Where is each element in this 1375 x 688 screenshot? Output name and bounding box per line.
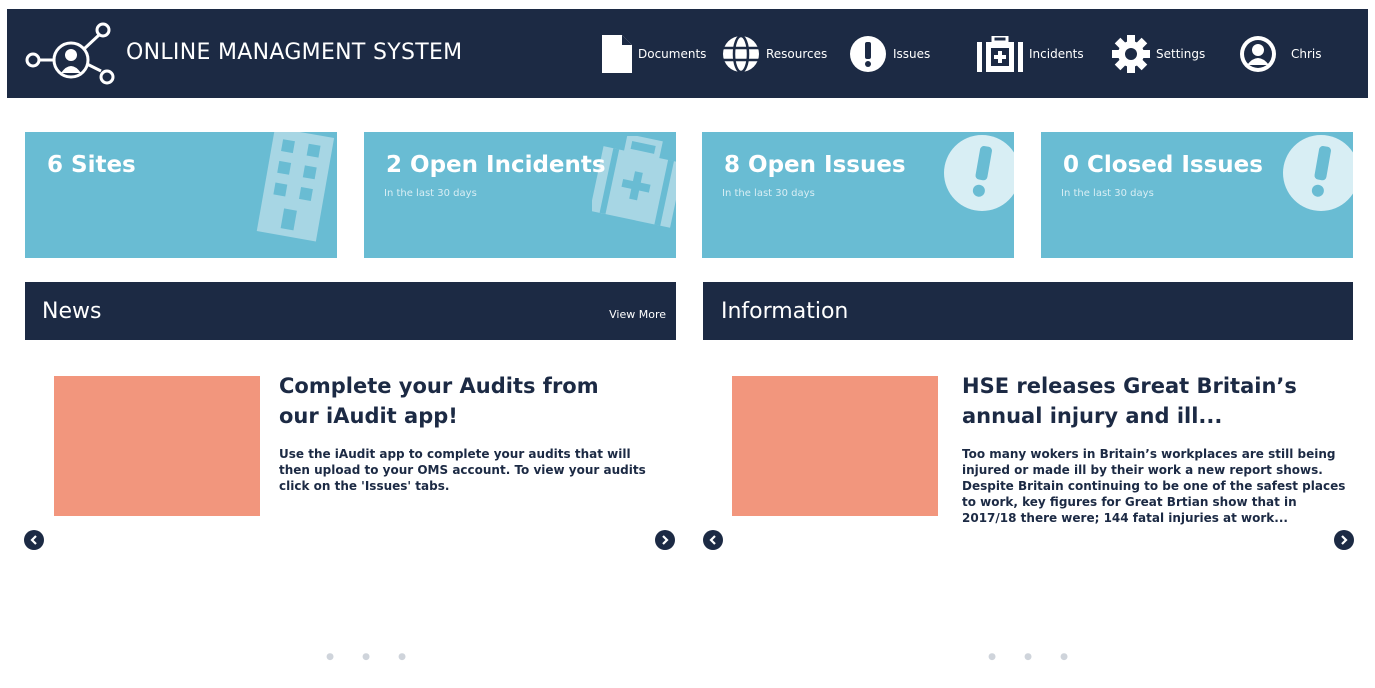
card-closed-issues[interactable]: 0 Closed Issues In the last 30 days bbox=[1041, 132, 1353, 258]
information-pagination: ● ● ● bbox=[988, 653, 1068, 662]
view-more-link[interactable]: View More bbox=[609, 308, 666, 321]
card-open-issues-subtitle: In the last 30 days bbox=[722, 188, 815, 199]
globe-icon bbox=[723, 34, 759, 73]
nav-issues-label: Issues bbox=[893, 46, 931, 61]
information-prev-button[interactable] bbox=[703, 530, 723, 550]
top-header: ONLINE MANAGMENT SYSTEM Documents Resour… bbox=[7, 9, 1368, 98]
card-closed-issues-title: 0 Closed Issues bbox=[1063, 152, 1263, 178]
card-open-incidents-subtitle: In the last 30 days bbox=[384, 188, 477, 199]
pagination-dot[interactable]: ● bbox=[398, 653, 406, 662]
nav-resources-label: Resources bbox=[766, 46, 828, 61]
news-title: News bbox=[42, 299, 102, 324]
news-article-title-line: Complete your Audits from bbox=[279, 374, 599, 398]
building-icon bbox=[256, 132, 335, 242]
first-aid-kit-icon bbox=[977, 35, 1023, 72]
first-aid-kit-icon bbox=[592, 136, 676, 228]
information-title: Information bbox=[721, 299, 849, 324]
information-article-body-line: Despite Britain continuing to be one of … bbox=[962, 479, 1346, 493]
news-section-header: News View More bbox=[25, 282, 676, 340]
news-pagination: ● ● ● bbox=[326, 653, 406, 662]
news-prev-button[interactable] bbox=[24, 530, 44, 550]
nav-incidents[interactable]: Incidents bbox=[977, 9, 1084, 98]
information-section-header: Information bbox=[703, 282, 1353, 340]
news-next-button[interactable] bbox=[655, 530, 675, 550]
information-article-body-line: 2017/18 there were; 144 fatal injuries a… bbox=[962, 511, 1288, 525]
pagination-dot[interactable]: ● bbox=[988, 653, 996, 662]
information-next-button[interactable] bbox=[1334, 530, 1354, 550]
pagination-dot[interactable]: ● bbox=[326, 653, 334, 662]
nav-resources[interactable]: Resources bbox=[722, 9, 827, 98]
information-article-thumbnail[interactable] bbox=[732, 376, 938, 516]
news-article-body: Use the iAudit app to complete your audi… bbox=[279, 446, 646, 494]
app-title: ONLINE MANAGMENT SYSTEM bbox=[126, 40, 463, 65]
card-open-incidents[interactable]: 2 Open Incidents In the last 30 days bbox=[364, 132, 676, 258]
gear-icon bbox=[1112, 34, 1150, 73]
information-article-body-line: to work, key figures for Great Brtian sh… bbox=[962, 495, 1297, 509]
exclamation-icon bbox=[850, 35, 886, 72]
brand-logo[interactable] bbox=[21, 15, 131, 95]
pagination-dot[interactable]: ● bbox=[362, 653, 370, 662]
news-article-body-line: Use the iAudit app to complete your audi… bbox=[279, 447, 631, 461]
news-article-body-line: then upload to your OMS account. To view… bbox=[279, 463, 646, 477]
nav-settings-label: Settings bbox=[1156, 46, 1206, 61]
pagination-dot[interactable]: ● bbox=[1060, 653, 1068, 662]
exclamation-icon bbox=[944, 135, 1014, 211]
card-open-incidents-title: 2 Open Incidents bbox=[386, 152, 606, 178]
document-icon bbox=[602, 34, 632, 73]
information-article-title-line: HSE releases Great Britain’s bbox=[962, 374, 1297, 398]
card-sites[interactable]: 6 Sites bbox=[25, 132, 337, 258]
user-avatar-icon bbox=[1240, 35, 1276, 72]
news-article-thumbnail[interactable] bbox=[54, 376, 260, 516]
card-closed-issues-subtitle: In the last 30 days bbox=[1061, 188, 1154, 199]
information-article-title[interactable]: HSE releases Great Britain’s annual inju… bbox=[962, 371, 1297, 431]
nav-documents-label: Documents bbox=[638, 46, 707, 61]
card-sites-title: 6 Sites bbox=[47, 152, 136, 178]
nav-documents[interactable]: Documents bbox=[602, 9, 706, 98]
information-article-body-line: Too many wokers in Britain’s workplaces … bbox=[962, 447, 1336, 461]
news-article-title-line: our iAudit app! bbox=[279, 404, 458, 428]
card-open-issues[interactable]: 8 Open Issues In the last 30 days bbox=[702, 132, 1014, 258]
exclamation-icon bbox=[1283, 135, 1353, 211]
information-article-body: Too many wokers in Britain’s workplaces … bbox=[962, 446, 1345, 526]
nav-user-chris[interactable]: Chris bbox=[1239, 9, 1322, 98]
card-open-issues-title: 8 Open Issues bbox=[724, 152, 906, 178]
nav-user-label: Chris bbox=[1291, 46, 1322, 61]
chevron-right-icon bbox=[1341, 535, 1348, 545]
news-article-body-line: click on the 'Issues' tabs. bbox=[279, 479, 450, 493]
pagination-dot[interactable]: ● bbox=[1024, 653, 1032, 662]
chevron-right-icon bbox=[662, 535, 669, 545]
information-article-body-line: injured or made ill by their work a new … bbox=[962, 463, 1323, 477]
information-article-title-line: annual injury and ill... bbox=[962, 404, 1223, 428]
network-user-logo-icon bbox=[25, 22, 115, 85]
chevron-left-icon bbox=[30, 535, 37, 545]
nav-issues[interactable]: Issues bbox=[849, 9, 930, 98]
news-article-title[interactable]: Complete your Audits from our iAudit app… bbox=[279, 371, 599, 431]
chevron-left-icon bbox=[709, 535, 716, 545]
nav-settings[interactable]: Settings bbox=[1112, 9, 1205, 98]
nav-incidents-label: Incidents bbox=[1029, 46, 1084, 61]
